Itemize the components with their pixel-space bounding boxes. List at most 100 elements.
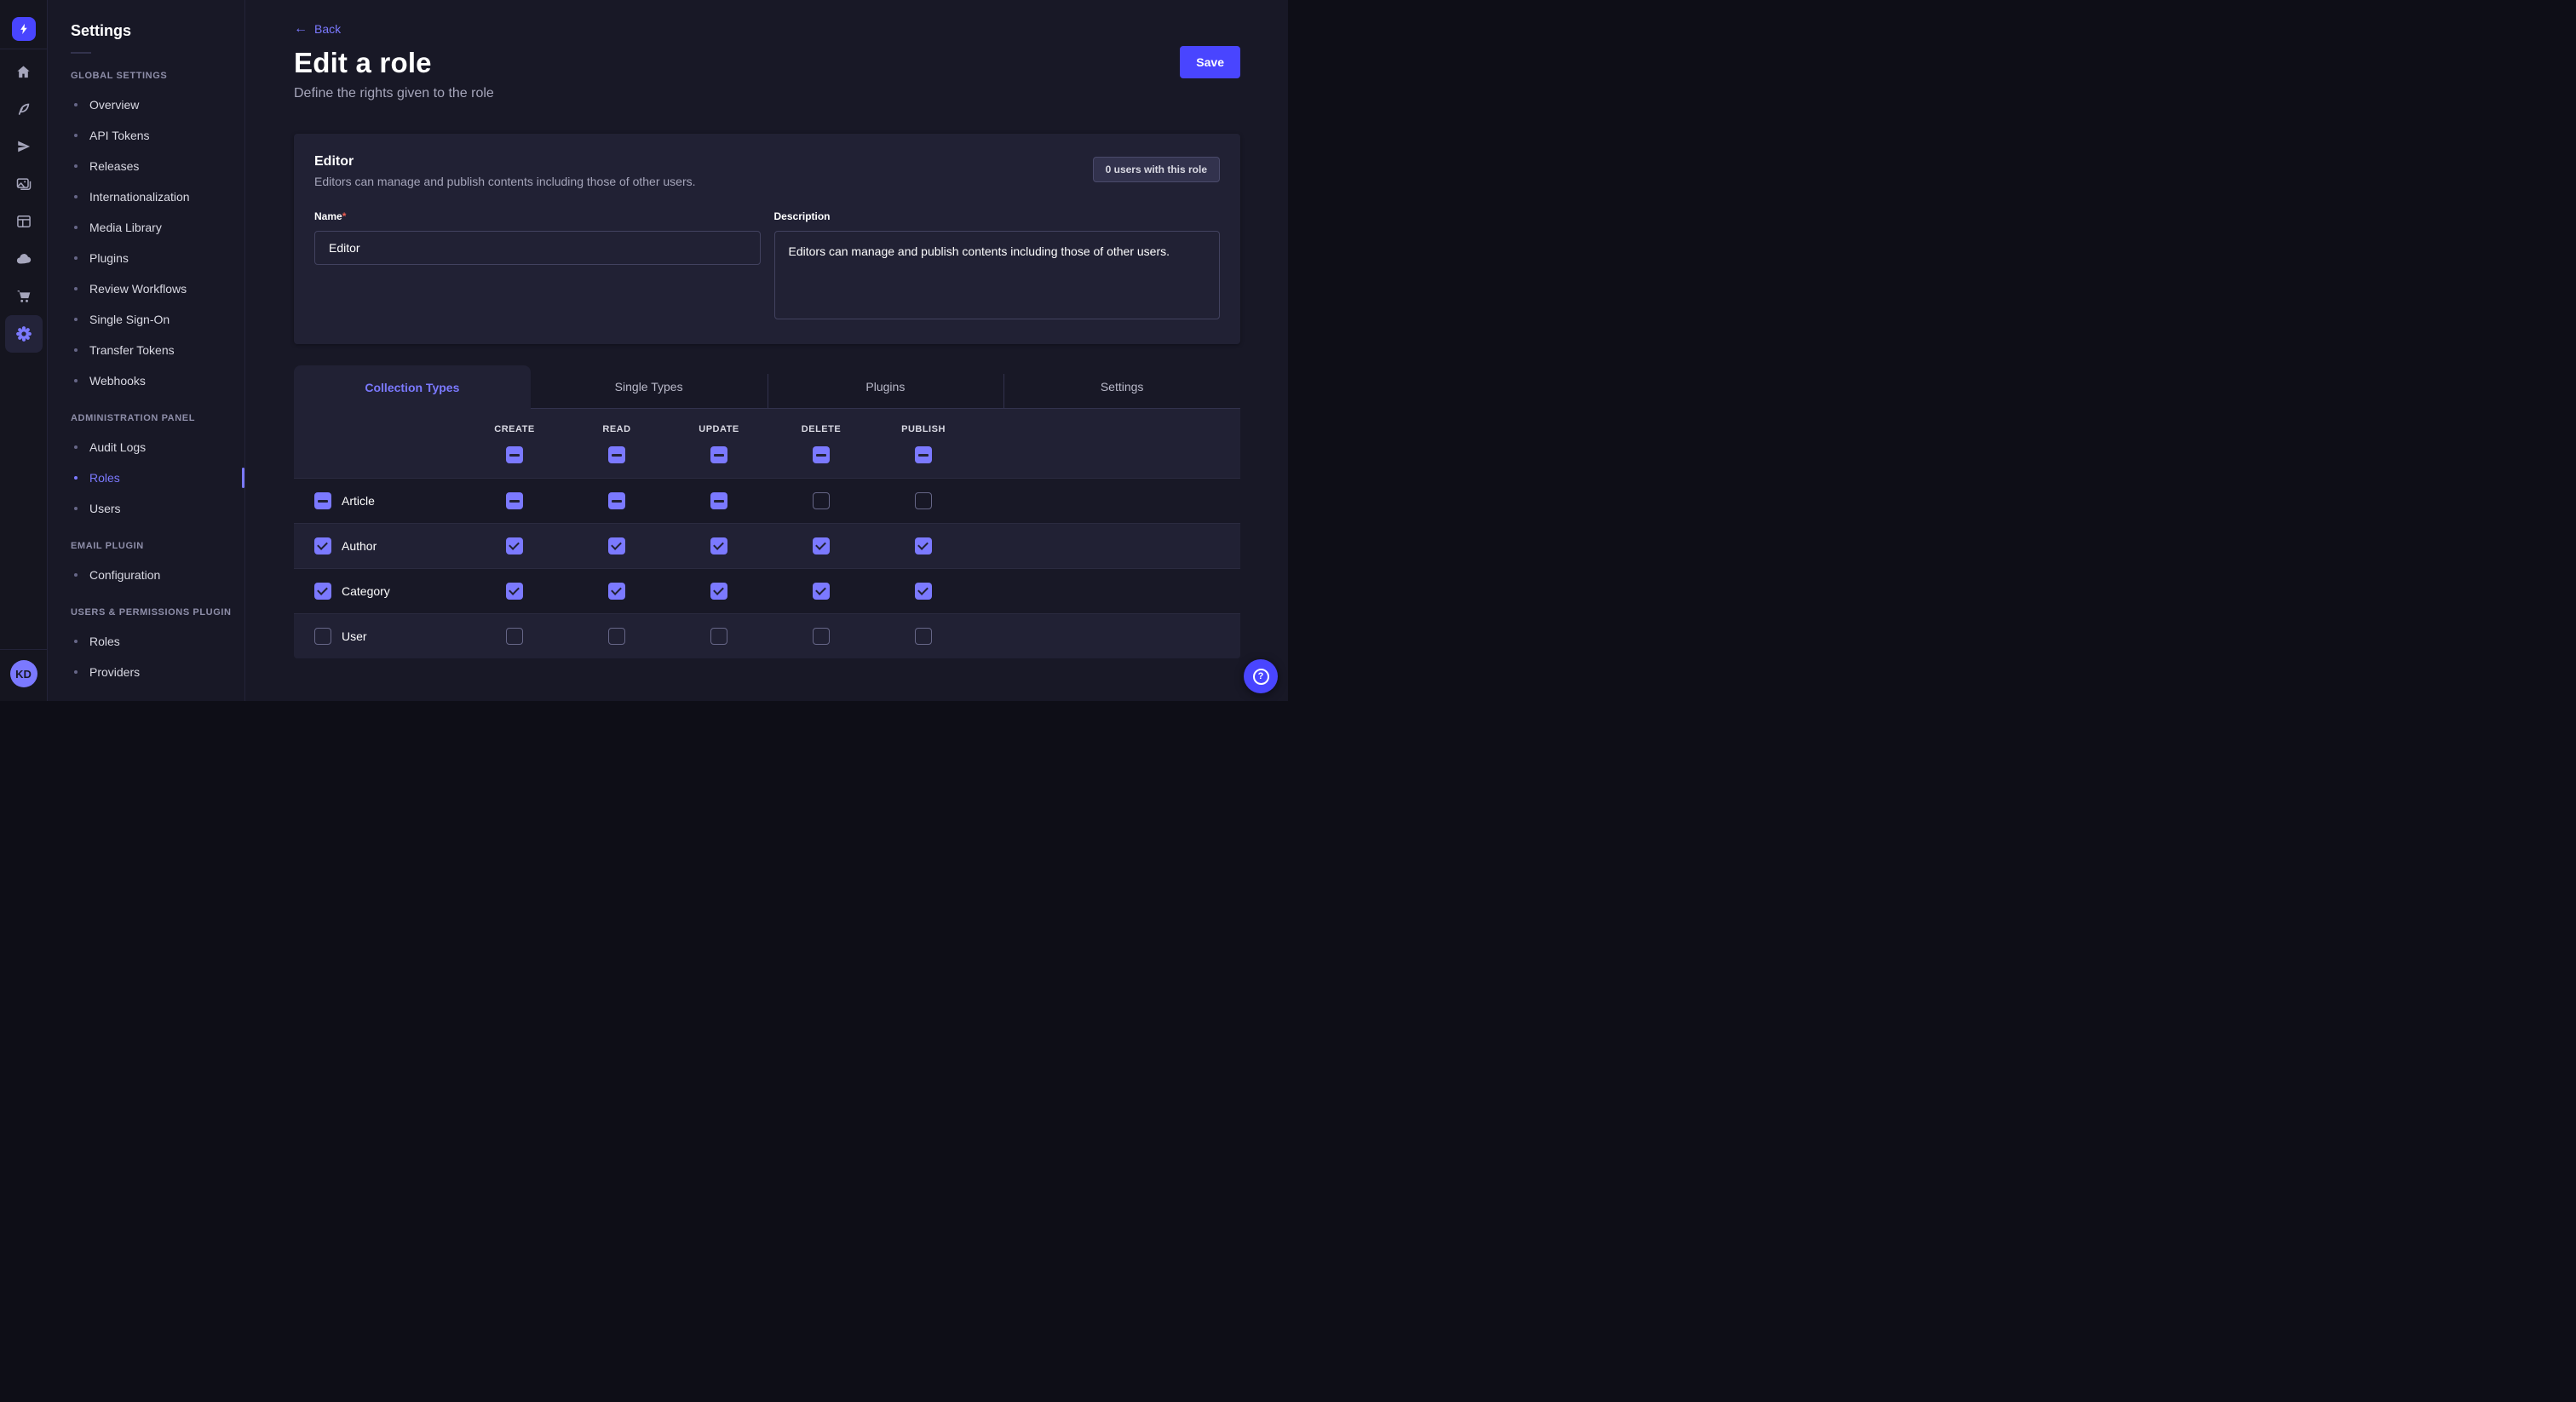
cloud-icon[interactable] [5, 240, 43, 278]
checkbox-category-create[interactable] [506, 583, 523, 600]
perm-cell [668, 583, 770, 600]
perm-cell [872, 492, 975, 509]
checkbox-author-create[interactable] [506, 537, 523, 554]
navbar-bottom: KD [0, 649, 47, 701]
perm-cell [872, 583, 975, 600]
subnav-section: GLOBAL SETTINGSOverviewAPI TokensRelease… [49, 71, 244, 396]
row-checkbox-category[interactable] [314, 583, 331, 600]
role-name-heading: Editor [314, 154, 1220, 170]
select-all-publish-checkbox[interactable] [915, 446, 932, 463]
checkbox-author-update[interactable] [710, 537, 727, 554]
subnav-item-providers[interactable]: Providers [49, 657, 244, 687]
paper-plane-icon[interactable] [5, 128, 43, 165]
main-navbar: KD [0, 0, 48, 701]
subnav-item-label: Providers [89, 665, 140, 679]
row-checkbox-article[interactable] [314, 492, 331, 509]
subnav-item-single-sign-on[interactable]: Single Sign-On [49, 304, 244, 335]
checkbox-author-delete[interactable] [813, 537, 830, 554]
permissions-rows: ArticleAuthorCategoryUser [294, 478, 1240, 658]
bullet-icon [74, 318, 78, 321]
tab-plugins[interactable]: Plugins [768, 365, 1004, 408]
subnav-item-internationalization[interactable]: Internationalization [49, 181, 244, 212]
perm-cell [463, 583, 566, 600]
back-link[interactable]: ← Back [294, 22, 341, 36]
home-icon[interactable] [5, 53, 43, 90]
checkbox-user-read[interactable] [608, 628, 625, 645]
checkbox-user-update[interactable] [710, 628, 727, 645]
row-checkbox-author[interactable] [314, 537, 331, 554]
perm-cell [463, 446, 566, 463]
tab-single-types[interactable]: Single Types [531, 365, 768, 408]
subnav-item-media-library[interactable]: Media Library [49, 212, 244, 243]
subnav-item-api-tokens[interactable]: API Tokens [49, 120, 244, 151]
subnav-item-plugins[interactable]: Plugins [49, 243, 244, 273]
row-checkbox-user[interactable] [314, 628, 331, 645]
checkbox-author-publish[interactable] [915, 537, 932, 554]
checkbox-author-read[interactable] [608, 537, 625, 554]
perm-cell [463, 628, 566, 645]
subnav-item-roles[interactable]: Roles [49, 463, 244, 493]
bullet-icon [74, 476, 78, 480]
row-label-cell: Article [294, 492, 463, 509]
feather-icon[interactable] [5, 90, 43, 128]
subnav-item-webhooks[interactable]: Webhooks [49, 365, 244, 396]
checkbox-article-publish[interactable] [915, 492, 932, 509]
bullet-icon [74, 287, 78, 290]
checkbox-category-update[interactable] [710, 583, 727, 600]
subnav-item-roles[interactable]: Roles [49, 626, 244, 657]
active-indicator [242, 468, 244, 488]
perm-cell [770, 492, 872, 509]
checkbox-article-update[interactable] [710, 492, 727, 509]
select-all-update-checkbox[interactable] [710, 446, 727, 463]
page-title: Edit a role [294, 47, 1240, 79]
save-button[interactable]: Save [1180, 46, 1240, 78]
column-labels-row: CREATEREADUPDATEDELETEPUBLISH [294, 424, 1240, 434]
subnav-item-label: Internationalization [89, 190, 190, 204]
layout-icon[interactable] [5, 203, 43, 240]
page-subtitle: Define the rights given to the role [294, 86, 1240, 101]
subnav-item-users[interactable]: Users [49, 493, 244, 524]
select-all-read-checkbox[interactable] [608, 446, 625, 463]
cart-icon[interactable] [5, 278, 43, 315]
bullet-icon [74, 379, 78, 382]
bullet-icon [74, 670, 78, 674]
row-label-cell: Category [294, 583, 463, 600]
permissions-panel: CREATEREADUPDATEDELETEPUBLISH ArticleAut… [294, 409, 1240, 658]
app-window: KD Settings GLOBAL SETTINGSOverviewAPI T… [0, 0, 1288, 701]
subnav-item-audit-logs[interactable]: Audit Logs [49, 432, 244, 463]
perm-cell [566, 628, 668, 645]
checkbox-category-read[interactable] [608, 583, 625, 600]
checkbox-category-delete[interactable] [813, 583, 830, 600]
subnav-item-releases[interactable]: Releases [49, 151, 244, 181]
gear-icon[interactable] [5, 315, 43, 353]
pictures-icon[interactable] [5, 165, 43, 203]
checkbox-article-create[interactable] [506, 492, 523, 509]
user-avatar[interactable]: KD [10, 660, 37, 687]
checkbox-user-delete[interactable] [813, 628, 830, 645]
subnav-item-review-workflows[interactable]: Review Workflows [49, 273, 244, 304]
subnav-section-title: ADMINISTRATION PANEL [71, 413, 244, 423]
bullet-icon [74, 164, 78, 168]
name-input[interactable] [314, 231, 761, 265]
tab-collection-types[interactable]: Collection Types [294, 365, 531, 409]
bullet-icon [74, 226, 78, 229]
description-textarea[interactable]: Editors can manage and publish contents … [774, 231, 1221, 319]
perm-cell [770, 537, 872, 554]
subnav-item-overview[interactable]: Overview [49, 89, 244, 120]
checkbox-user-create[interactable] [506, 628, 523, 645]
help-button[interactable]: ? [1244, 659, 1278, 693]
strapi-logo[interactable] [12, 17, 36, 41]
checkbox-user-publish[interactable] [915, 628, 932, 645]
subnav-item-configuration[interactable]: Configuration [49, 560, 244, 590]
subnav-item-transfer-tokens[interactable]: Transfer Tokens [49, 335, 244, 365]
perm-cell [668, 628, 770, 645]
row-label-cell: User [294, 628, 463, 645]
checkbox-article-delete[interactable] [813, 492, 830, 509]
checkbox-category-publish[interactable] [915, 583, 932, 600]
tab-settings[interactable]: Settings [1003, 365, 1240, 408]
checkbox-article-read[interactable] [608, 492, 625, 509]
select-all-create-checkbox[interactable] [506, 446, 523, 463]
perm-cell [463, 537, 566, 554]
users-with-role-button[interactable]: 0 users with this role [1093, 157, 1220, 182]
select-all-delete-checkbox[interactable] [813, 446, 830, 463]
